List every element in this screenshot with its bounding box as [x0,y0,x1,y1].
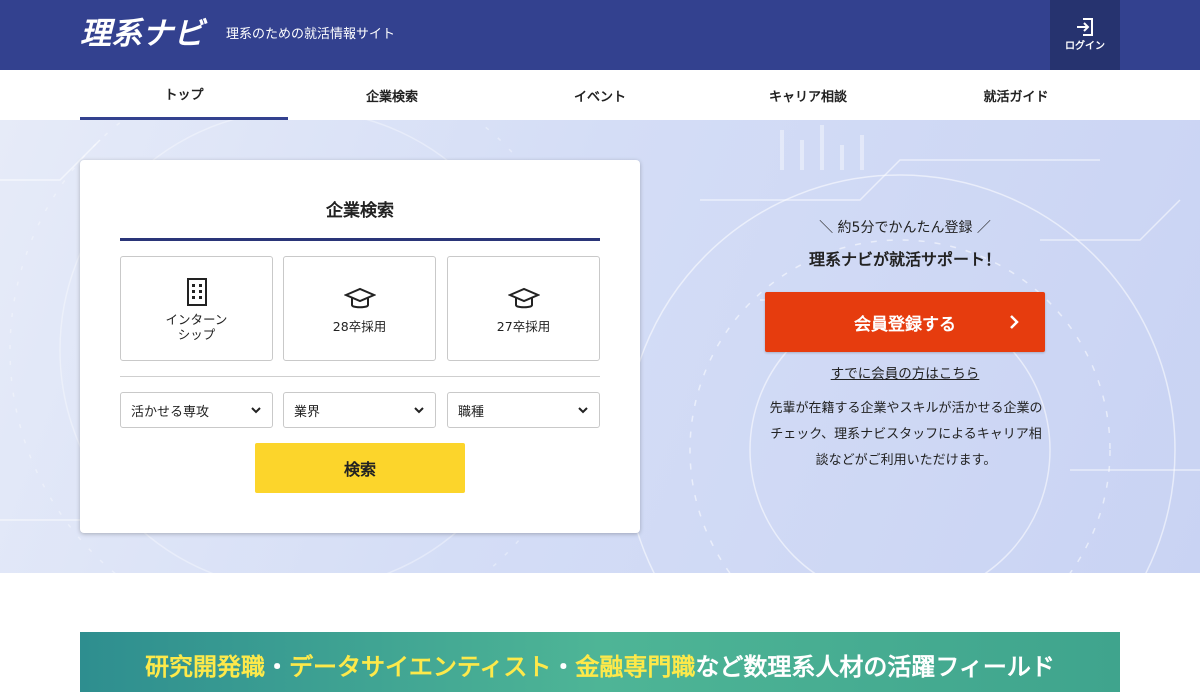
internship-tile[interactable]: インターン シップ [120,256,273,361]
fields-banner[interactable]: 研究開発職・データサイエンティスト・金融専門職など数理系人材の活躍フィールド [80,632,1120,692]
site-tagline: 理系のための就活情報サイト [226,27,396,42]
major-select-value: 活かせる専攻 [131,404,210,420]
search-divider [120,376,600,377]
chevron-down-icon [414,407,424,414]
graduation-cap-icon [507,287,540,309]
nav-item-top[interactable]: トップ [80,70,288,120]
cta-subheading: ＼ 約5分でかんたん登録 ／ [819,220,991,236]
job-type-select-value: 職種 [458,404,485,420]
banner-separator: ・ [265,653,290,681]
site-header: 理系ナビ 理系のための就活情報サイト ログイン [0,0,1200,70]
search-button[interactable]: 検索 [255,443,465,493]
search-card-title: 企業検索 [326,201,394,221]
search-title-underline [120,238,600,241]
nav-item-company-search[interactable]: 企業検索 [288,70,496,120]
chevron-down-icon [578,407,588,414]
grad-27-tile[interactable]: 27卒採用 [447,256,600,361]
cta-description-line: チェック、理系ナビスタッフによるキャリア相 [770,427,1042,442]
industry-select[interactable]: 業界 [283,392,436,428]
cta-heading: 理系ナビが就活サポート！ [808,250,1001,269]
industry-select-value: 業界 [294,404,321,420]
banner-text: 研究開発職・データサイエンティスト・金融専門職など数理系人材の活躍フィールド [80,652,1120,682]
banner-highlight: 研究開発職 [145,653,266,681]
banner-separator: ・ [551,653,576,681]
grad-27-tile-label: 27卒採用 [496,319,551,334]
chevron-down-icon [251,407,261,414]
internship-tile-label: インターン シップ [165,311,228,342]
graduation-cap-icon [343,287,376,309]
login-button[interactable]: ログイン [1050,0,1120,70]
grad-28-tile[interactable]: 28卒採用 [283,256,436,361]
grad-28-tile-label: 28卒採用 [332,319,387,334]
banner-highlight: データサイエンティスト [289,653,552,681]
banner-highlight: 金融専門職 [575,653,696,681]
cta-description: 先輩が在籍する企業やスキルが活かせる企業の チェック、理系ナビスタッフによるキャ… [748,396,1064,474]
banner-rest: など数理系人材の活躍フィールド [695,653,1055,681]
nav-item-events[interactable]: イベント [496,70,704,120]
company-search-card: 企業検索 インターン シップ 28卒採用 27卒採用 活かせる専攻 業界 職種 … [80,160,640,533]
register-button[interactable]: 会員登録する [765,292,1045,352]
building-icon [186,277,207,306]
main-nav: トップ 企業検索 イベント キャリア相談 就活ガイド [0,70,1200,120]
login-icon [1077,18,1093,36]
member-login-link[interactable]: すでに会員の方はこちら [765,364,1045,384]
register-button-label: 会員登録する [854,314,956,335]
login-label: ログイン [1065,41,1105,52]
site-logo[interactable]: 理系ナビ [80,14,204,54]
cta-description-line: 先輩が在籍する企業やスキルが活かせる企業の [769,401,1043,416]
job-type-select[interactable]: 職種 [447,392,600,428]
nav-item-job-guide[interactable]: 就活ガイド [912,70,1120,120]
nav-item-career-consult[interactable]: キャリア相談 [704,70,912,120]
major-select[interactable]: 活かせる専攻 [120,392,273,428]
cta-description-line: 談などがご利用いただけます。 [815,453,997,468]
chevron-right-icon [1010,315,1019,329]
